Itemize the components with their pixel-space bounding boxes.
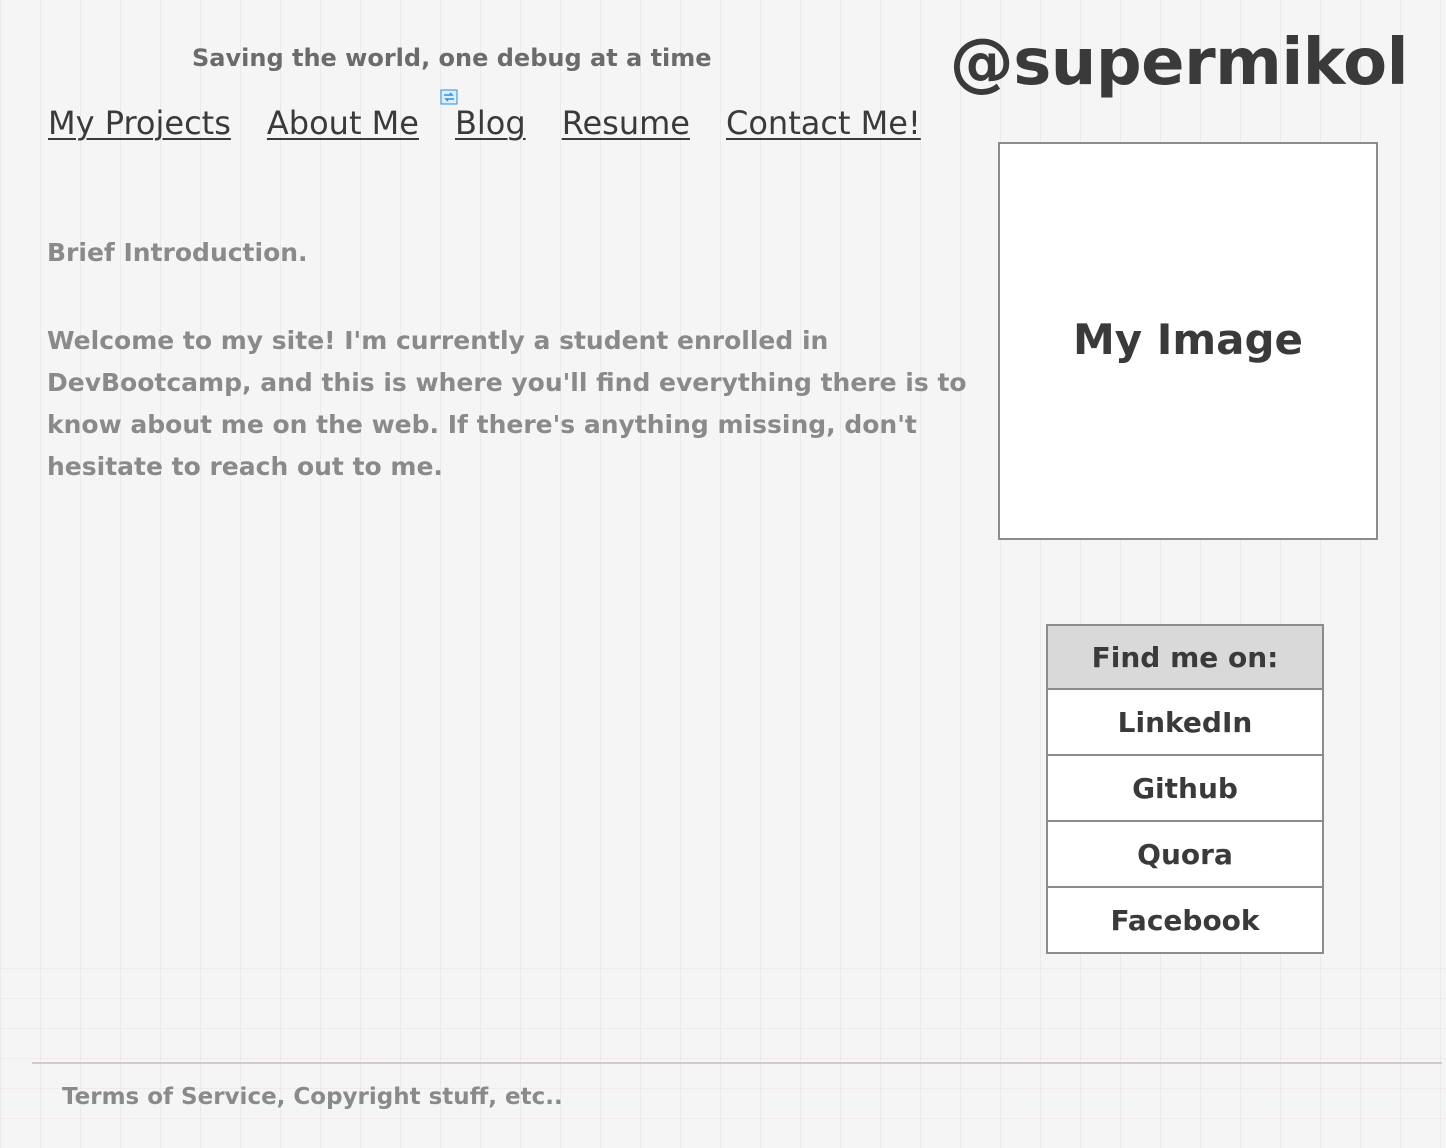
footer-grid-background: [0, 968, 1446, 1148]
image-placeholder-label: My Image: [1072, 314, 1304, 364]
nav-link-blog[interactable]: Blog: [455, 104, 526, 142]
social-link-facebook[interactable]: Facebook: [1046, 888, 1324, 954]
profile-image-placeholder: My Image: [998, 142, 1378, 540]
intro-heading: Brief Introduction.: [47, 238, 308, 267]
nav-link-my-projects[interactable]: My Projects: [48, 104, 231, 142]
refresh-icon[interactable]: [440, 89, 458, 105]
nav-link-contact-me[interactable]: Contact Me!: [726, 104, 921, 142]
social-links-panel: Find me on: LinkedIn Github Quora Facebo…: [1046, 624, 1324, 954]
nav-link-resume[interactable]: Resume: [562, 104, 690, 142]
social-link-quora[interactable]: Quora: [1046, 822, 1324, 888]
social-link-linkedin[interactable]: LinkedIn: [1046, 690, 1324, 756]
social-heading: Find me on:: [1046, 624, 1324, 690]
nav-link-about-me[interactable]: About Me: [267, 104, 419, 142]
site-tagline: Saving the world, one debug at a time: [192, 44, 712, 72]
footer-divider: [32, 1062, 1442, 1064]
site-handle: @supermikol: [949, 26, 1409, 100]
main-nav: My Projects About Me Blog Resume Contact…: [48, 104, 921, 142]
footer-text: Terms of Service, Copyright stuff, etc..: [62, 1084, 563, 1110]
social-link-github[interactable]: Github: [1046, 756, 1324, 822]
intro-paragraph: Welcome to my site! I'm currently a stud…: [47, 326, 967, 481]
